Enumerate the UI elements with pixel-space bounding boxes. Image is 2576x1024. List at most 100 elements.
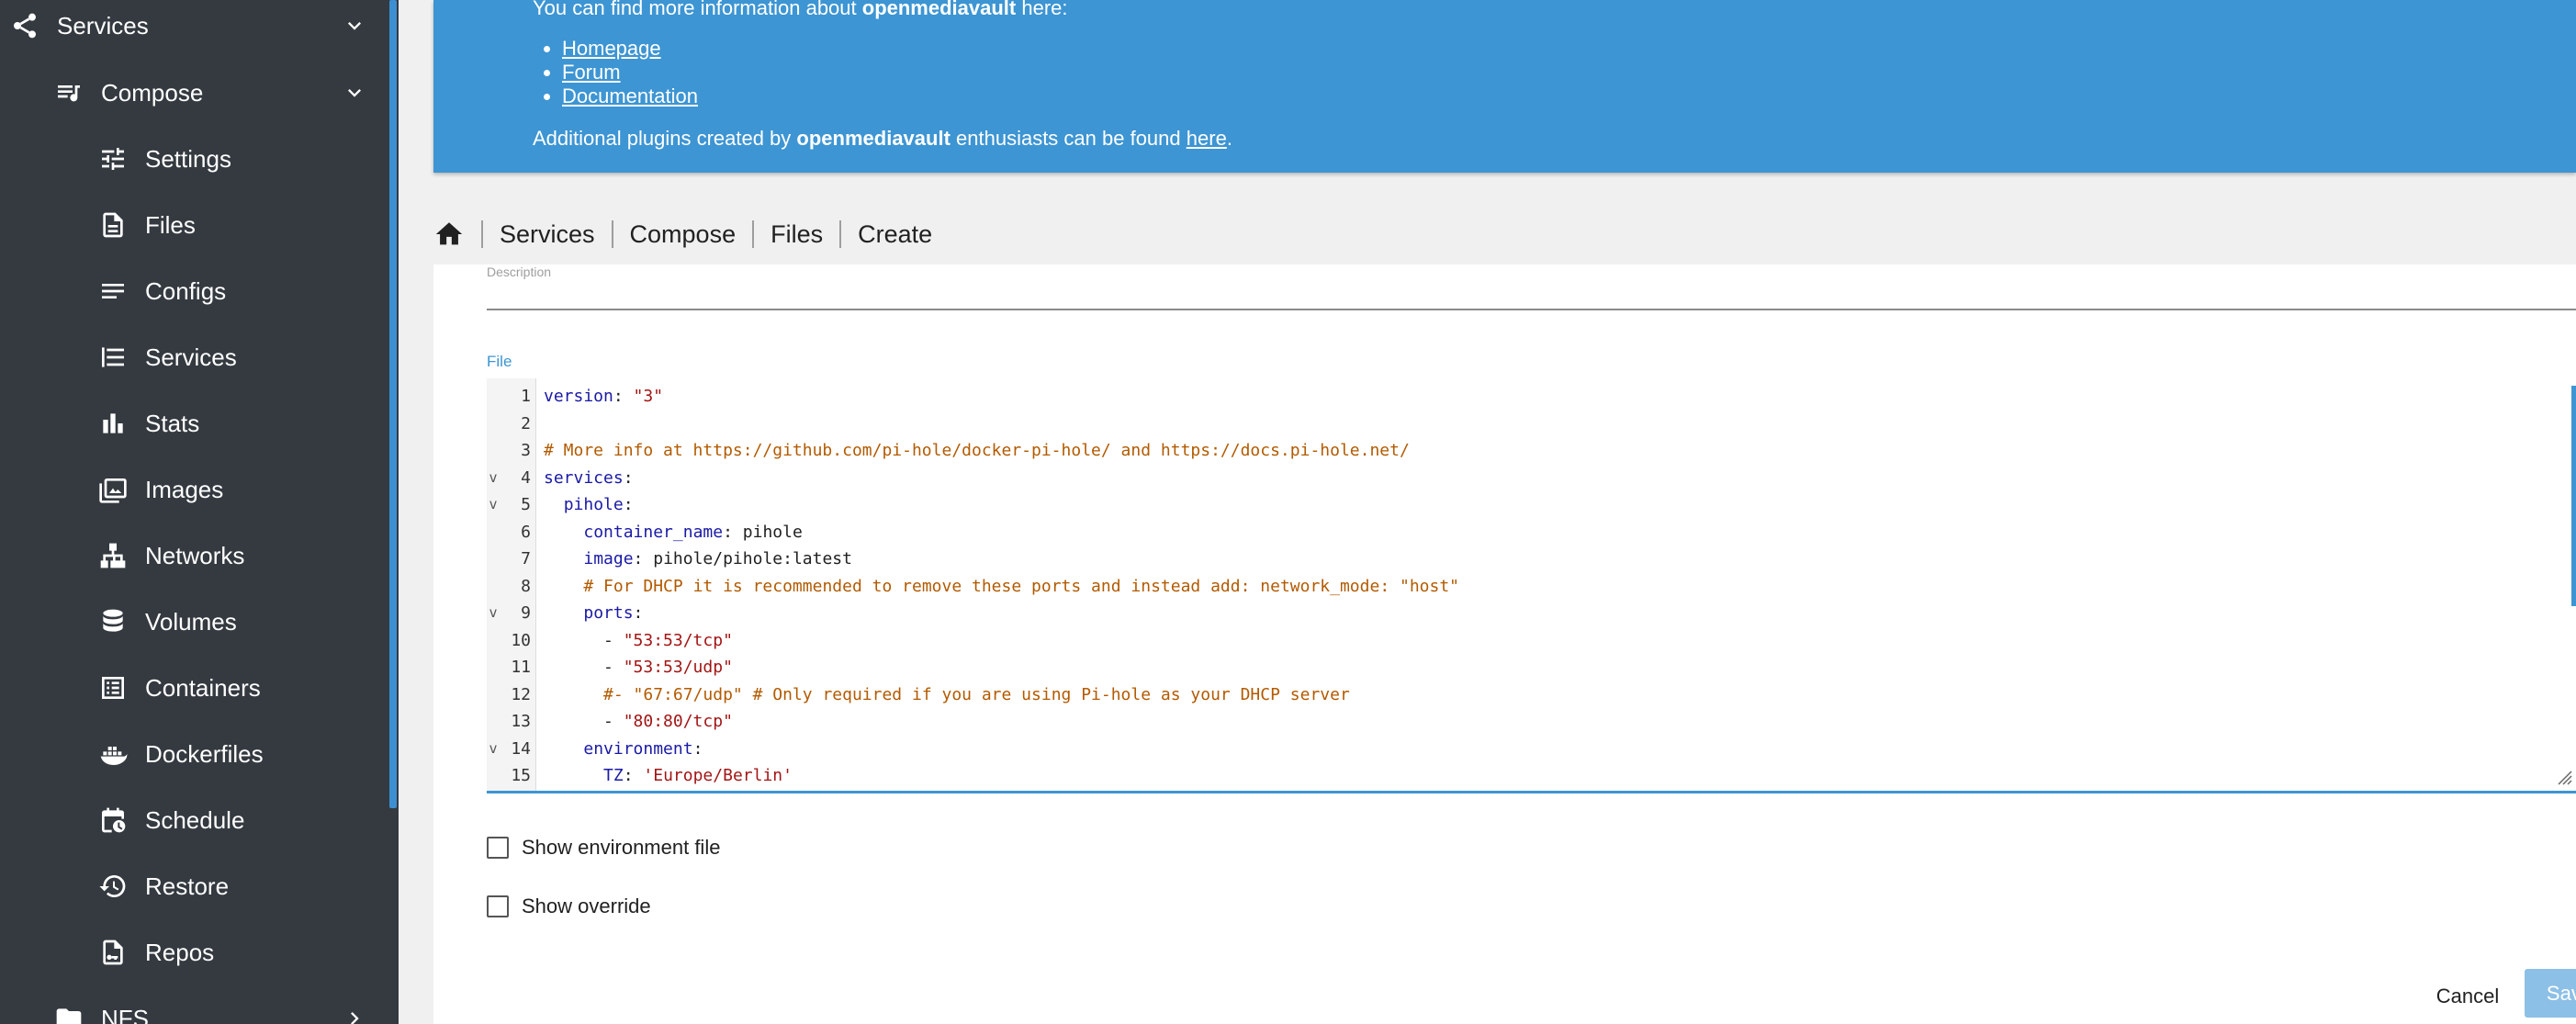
description-input[interactable] <box>487 309 2576 310</box>
show-override-row[interactable]: Show override <box>487 893 651 920</box>
banner-extra-middle: enthusiasts can be found <box>950 127 1187 150</box>
sidebar-item-stats[interactable]: Stats <box>97 390 367 456</box>
sidebar: Services Compose Settings Files Configs … <box>0 0 399 1024</box>
sidebar-item-nfs[interactable]: NFS <box>53 985 367 1024</box>
code-token: pihole <box>563 495 624 514</box>
code-line: 1 version: "3" <box>487 383 2576 411</box>
plugins-here-link[interactable]: here <box>1187 127 1227 150</box>
file-label: File <box>487 353 512 370</box>
code-token: services <box>544 467 624 488</box>
sidebar-item-images[interactable]: Images <box>97 456 367 523</box>
sidebar-item-services-group[interactable]: Services <box>9 0 367 59</box>
documentation-link[interactable]: Documentation <box>562 84 698 107</box>
sidebar-item-services[interactable]: Services <box>97 324 367 390</box>
sidebar-scrollbar[interactable] <box>389 0 397 808</box>
breadcrumb: Services Compose Files Create <box>433 211 932 257</box>
breadcrumb-files[interactable]: Files <box>771 220 823 249</box>
show-override-checkbox[interactable] <box>487 895 509 917</box>
sidebar-item-label: Settings <box>145 144 231 173</box>
folder-icon <box>53 1003 84 1024</box>
show-override-label: Show override <box>522 895 651 917</box>
home-icon[interactable] <box>433 219 465 250</box>
code-token: : <box>723 522 743 542</box>
sidebar-item-label: Schedule <box>145 805 245 834</box>
sidebar-item-containers[interactable]: Containers <box>97 655 367 721</box>
code-line: 12 #- "67:67/udp" # Only required if you… <box>487 681 2576 709</box>
sidebar-item-label: Configs <box>145 276 227 305</box>
line-number: 7 <box>521 549 531 568</box>
sidebar-item-label: Services <box>57 11 149 39</box>
show-env-file-checkbox[interactable] <box>487 837 509 859</box>
restore-icon <box>97 871 129 902</box>
sidebar-item-restore[interactable]: Restore <box>97 853 367 919</box>
code-text: - "80:80/tcp" <box>544 708 733 736</box>
code-token: # More info at https://github.com/pi-hol… <box>544 441 1410 460</box>
image-icon <box>97 474 129 505</box>
code-text: environment: <box>544 736 703 763</box>
chevron-down-icon <box>342 80 367 106</box>
code-text: - "53:53/udp" <box>544 654 733 681</box>
code-token: TZ <box>603 766 624 785</box>
breadcrumb-create: Create <box>858 219 933 248</box>
breadcrumb-separator <box>839 220 842 248</box>
sidebar-item-compose[interactable]: Compose <box>53 60 367 126</box>
forum-link[interactable]: Forum <box>562 61 621 84</box>
banner-intro: You can find more information about open… <box>533 0 1068 20</box>
line-number: 11 <box>511 658 531 677</box>
sidebar-item-repos[interactable]: Repos <box>97 919 367 985</box>
code-token: : <box>623 495 634 514</box>
homepage-link[interactable]: Homepage <box>562 37 661 60</box>
code-text: image: pihole/pihole:latest <box>544 546 852 573</box>
sidebar-item-configs[interactable]: Configs <box>97 258 367 324</box>
code-token: "53:53/udp" <box>623 658 733 677</box>
sidebar-item-volumes[interactable]: Volumes <box>97 589 367 655</box>
breadcrumb-services[interactable]: Services <box>500 220 595 249</box>
file-icon <box>97 209 129 241</box>
code-token: : <box>633 603 644 623</box>
network-icon <box>97 540 129 571</box>
code-text: container_name: pihole <box>544 519 803 546</box>
code-token: 'Europe/Berlin' <box>643 766 793 785</box>
code-token: pihole <box>742 522 803 542</box>
info-banner: You can find more information about open… <box>433 0 2576 173</box>
sidebar-item-dockerfiles[interactable]: Dockerfiles <box>97 721 367 787</box>
breadcrumb-separator <box>752 220 755 248</box>
banner-extra-suffix: . <box>1226 127 1232 150</box>
code-line: 6 container_name: pihole <box>487 519 2576 546</box>
sidebar-item-files[interactable]: Files <box>97 192 367 258</box>
code-token: version <box>544 387 613 406</box>
breadcrumb-compose[interactable]: Compose <box>630 220 737 249</box>
calendar-clock-icon <box>97 805 129 836</box>
show-env-file-row[interactable]: Show environment file <box>487 834 720 861</box>
banner-intro-text: You can find more information about <box>533 0 862 19</box>
code-token: : <box>692 738 703 759</box>
line-number: 4 <box>521 467 531 488</box>
banner-intro-suffix: here: <box>1016 0 1068 19</box>
save-button[interactable]: Save <box>2525 969 2576 1018</box>
database-icon <box>97 606 129 637</box>
code-token: : <box>623 766 644 785</box>
banner-brand: openmediavault <box>861 0 1017 19</box>
banner-link-item: Documentation <box>562 84 698 108</box>
code-line: 7 image: pihole/pihole:latest <box>487 546 2576 573</box>
cancel-button[interactable]: Cancel <box>2422 973 2514 1019</box>
playlist-icon <box>53 77 84 108</box>
code-text: #- "67:67/udp" # Only required if you ar… <box>544 681 1350 709</box>
sidebar-item-networks[interactable]: Networks <box>97 523 367 589</box>
code-token: : <box>613 387 634 406</box>
code-token: container_name <box>583 522 724 542</box>
code-editor[interactable]: 1 version: "3" 2 3 # More info at https://gi… <box>487 378 2576 793</box>
code-text: - "53:53/tcp" <box>544 627 733 655</box>
banner-links: Homepage Forum Documentation <box>562 37 698 108</box>
banner-link-item: Homepage <box>562 37 698 61</box>
description-label: Description <box>487 264 552 279</box>
code-line: 13 - "80:80/tcp" <box>487 708 2576 736</box>
sidebar-item-settings[interactable]: Settings <box>97 126 367 192</box>
bar-chart-icon <box>97 408 129 439</box>
code-token: ports <box>583 603 634 623</box>
sidebar-item-label: Volumes <box>145 607 237 636</box>
sidebar-item-schedule[interactable]: Schedule <box>97 787 367 853</box>
